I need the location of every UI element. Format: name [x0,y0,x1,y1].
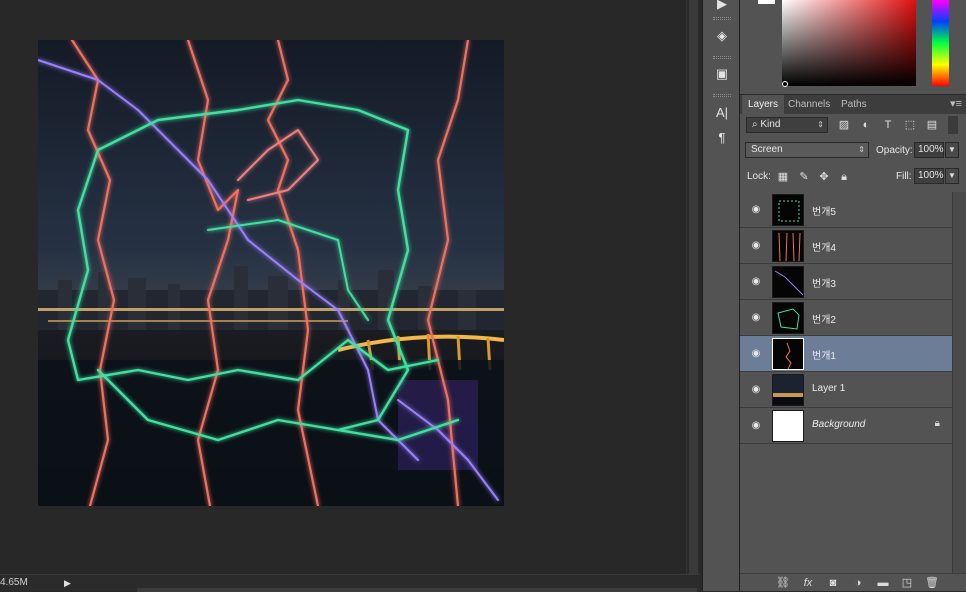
layer-name[interactable]: 번개4 [812,239,836,254]
layer-name[interactable]: Background [812,419,865,430]
dock-grip[interactable] [713,94,731,97]
blend-mode-select[interactable]: Screen ⇕ [745,142,869,158]
document-horizontal-scrollbar[interactable] [137,588,697,592]
document-canvas[interactable] [38,40,504,506]
filter-kind-select[interactable]: ⌕ Kind ⇕ [746,117,828,133]
layer-name[interactable]: 번개2 [812,311,836,326]
layer-thumbnail [772,266,804,298]
layer-name[interactable]: 번개1 [812,347,836,362]
layer-row-selected[interactable]: ◉ 번개1 [740,336,952,372]
visibility-eye-icon[interactable]: ◉ [749,383,763,397]
opacity-input[interactable]: 100% [914,142,944,158]
visibility-eye-icon[interactable]: ◉ [749,239,763,253]
tab-paths[interactable]: Paths [835,95,873,115]
paragraph-icon[interactable]: ¶ [711,128,733,148]
layer-filter-row: ⌕ Kind ⇕ ▨ ◐ T ⬚ ▤ [740,116,966,136]
layer-name[interactable]: Layer 1 [812,383,845,394]
layer-thumbnail [772,410,804,442]
tab-layers[interactable]: Layers [742,95,785,115]
lock-paint-brush-icon[interactable]: ✎ [797,170,811,184]
cube-3d-icon[interactable]: ◈ [711,26,733,46]
layers-scrollbar[interactable] [952,192,966,573]
visibility-eye-icon[interactable]: ◉ [749,203,763,217]
lock-transparent-icon[interactable]: ▦ [776,170,790,184]
layers-panel-group: Layers Channels Paths ▾≡ ⌕ Kind ⇕ ▨ ◐ T … [740,0,966,591]
adjustment-icon[interactable]: ◑ [849,575,867,591]
layer-row[interactable]: ◉ Layer 1 [740,372,952,408]
filter-kind-label: Kind [760,119,781,130]
trash-icon[interactable]: 🗑︎ [923,575,941,591]
panel-tabs: Layers Channels Paths ▾≡ [740,94,966,115]
doc-size-readout: 4.65M [0,577,28,588]
color-picker-field[interactable] [782,0,916,86]
fill-input[interactable]: 100% [914,168,944,184]
filter-adjustment-icon[interactable]: ◐ [859,118,873,132]
dock-grip[interactable] [713,17,731,20]
visibility-eye-icon[interactable]: ◉ [749,311,763,325]
canvas-image [38,40,504,506]
panel-icon-dock: ▶ ◈ ▣ A| ¶ [702,0,740,591]
panel-menu-icon[interactable]: ▾≡ [950,97,962,110]
swatch-history-icon[interactable]: ▣ [711,64,733,84]
fx-icon[interactable]: fx [799,575,817,591]
fill-dropdown-icon[interactable]: ▼ [945,168,959,184]
scrollbar-thumb[interactable] [689,0,698,574]
visibility-eye-icon[interactable]: ◉ [749,347,763,361]
lock-all-icon[interactable]: 🔒︎ [837,170,851,184]
layer-thumbnail [772,338,804,370]
layer-thumbnail [772,230,804,262]
status-bar: 4.65M ▶ [0,574,700,592]
filter-toggle[interactable] [948,116,958,134]
layer-name[interactable]: 번개3 [812,275,836,290]
document-vertical-scrollbar[interactable] [686,0,700,574]
layer-lock-icon: 🔒︎ [934,418,940,429]
mask-icon[interactable]: ◙ [824,575,842,591]
new-layer-icon[interactable]: ◳ [898,575,916,591]
opacity-label: Opacity: [876,145,913,156]
layer-row[interactable]: ◉ 번개4 [740,228,952,264]
color-picker-marker[interactable] [782,81,788,87]
filter-smart-object-icon[interactable]: ▤ [925,118,939,132]
visibility-eye-icon[interactable]: ◉ [749,275,763,289]
lock-row: Lock: ▦ ✎ ✥ 🔒︎ Fill: 100% ▼ [740,168,966,186]
layers-list: ◉ 번개5 ◉ 번개4 ◉ 번개3 ◉ 번개2 ◉ 번개1 ◉ Layer 1 … [740,192,952,448]
layer-thumbnail [772,302,804,334]
filter-pixel-icon[interactable]: ▨ [837,118,851,132]
hue-slider[interactable] [932,0,949,86]
blend-mode-value: Screen [751,144,783,155]
blend-row: Screen ⇕ Opacity: 100% ▼ [740,142,966,160]
layer-row[interactable]: ◉ 번개2 [740,300,952,336]
spinner-icon: ⇕ [817,120,824,129]
character-icon[interactable]: A| [711,103,733,123]
document-workspace [0,0,686,574]
layer-thumbnail [772,194,804,226]
play-icon[interactable]: ▶ [711,0,733,14]
layer-row[interactable]: ◉ 번개5 [740,192,952,228]
fill-label: Fill: [896,171,912,182]
group-folder-icon[interactable]: ▬ [874,575,892,591]
filter-type-icon[interactable]: T [881,118,895,132]
foreground-color-swatch[interactable] [758,0,775,4]
dock-grip[interactable] [713,56,731,59]
link-icon[interactable]: ⛓ [774,575,792,591]
layer-row[interactable]: ◉ 번개3 [740,264,952,300]
filter-shape-icon[interactable]: ⬚ [903,118,917,132]
opacity-dropdown-icon[interactable]: ▼ [945,142,959,158]
layer-name[interactable]: 번개5 [812,203,836,218]
status-menu-arrow-icon[interactable]: ▶ [64,578,71,589]
spinner-icon: ⇕ [858,145,865,154]
lock-label: Lock: [747,171,771,182]
layers-bottom-toolbar: ⛓ fx ◙ ◑ ▬ ◳ 🗑︎ [740,573,966,591]
lock-position-icon[interactable]: ✥ [817,170,831,184]
tab-channels[interactable]: Channels [782,95,836,115]
visibility-eye-icon[interactable]: ◉ [749,419,763,433]
layer-thumbnail [772,374,804,406]
layer-row[interactable]: ◉ Background 🔒︎ [740,408,952,444]
